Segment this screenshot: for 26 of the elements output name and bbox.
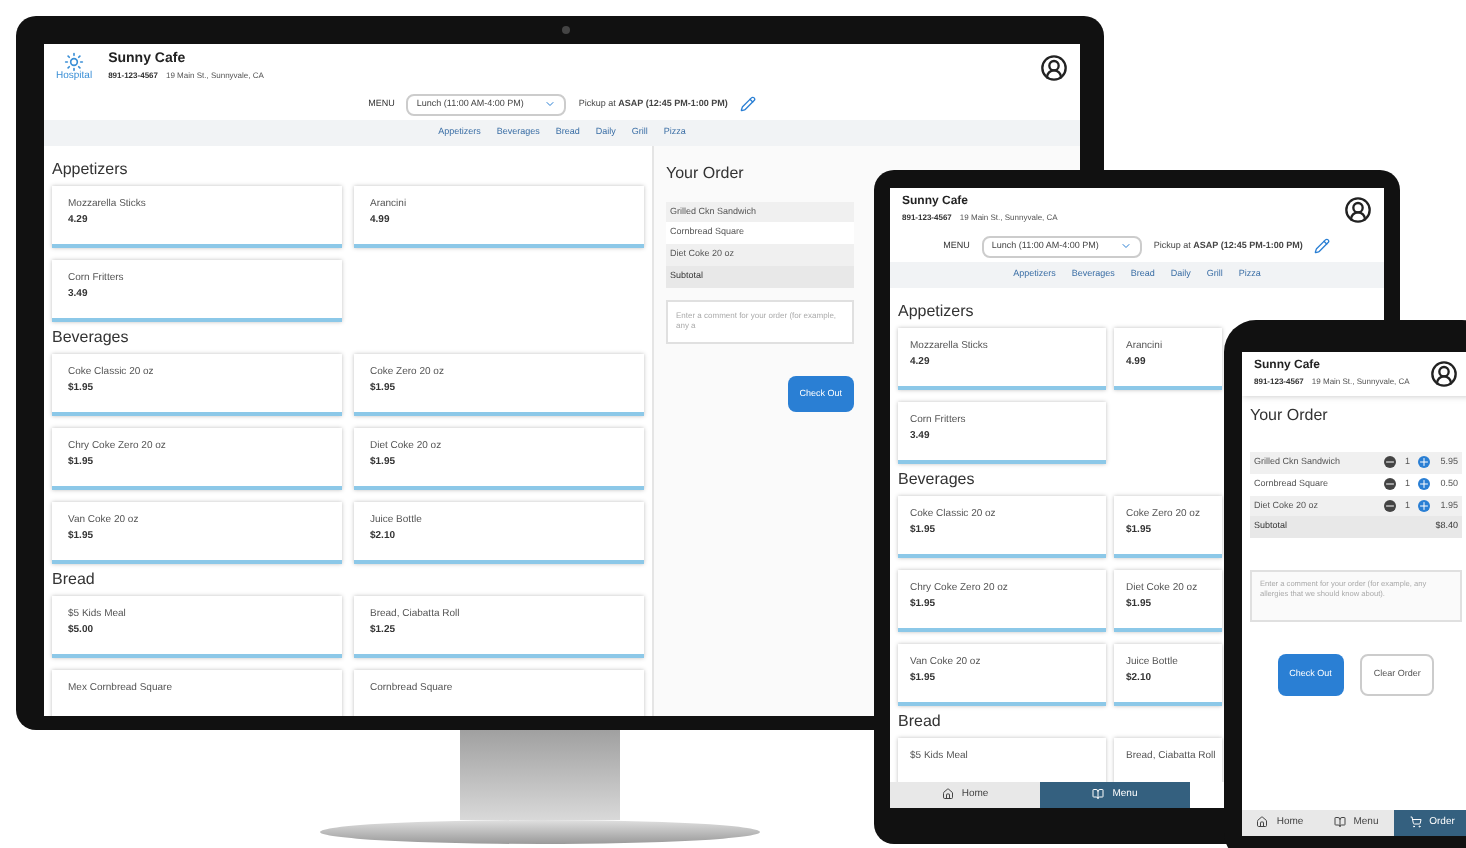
edit-icon[interactable] [739, 96, 756, 113]
section-title: Beverages [898, 467, 975, 491]
home-icon [1256, 816, 1269, 829]
profile-icon[interactable] [1040, 53, 1068, 81]
section-title: Beverages [52, 325, 129, 349]
minus-icon[interactable] [1384, 499, 1397, 512]
dropdown-caret-icon [1119, 240, 1132, 253]
order-title: Your Order [1248, 404, 1330, 428]
profile-icon[interactable] [1344, 196, 1372, 224]
dropdown-caret-icon [544, 98, 557, 111]
minus-icon[interactable] [1384, 478, 1397, 491]
plus-icon[interactable] [1418, 499, 1430, 512]
home-icon [941, 788, 954, 801]
plus-icon[interactable] [1418, 478, 1430, 491]
section-title: Appetizers [52, 157, 128, 181]
logo-icon [64, 52, 85, 72]
section-title: Appetizers [898, 299, 974, 323]
cart-icon [1409, 816, 1422, 829]
section-title: Bread [898, 709, 941, 733]
minus-icon[interactable] [1384, 456, 1397, 469]
edit-icon[interactable] [1314, 238, 1331, 255]
profile-icon[interactable] [1430, 360, 1458, 388]
section-title: Bread [52, 567, 95, 591]
camera-icon [562, 26, 570, 34]
plus-icon[interactable] [1418, 456, 1430, 469]
order-title: Your Order [666, 161, 746, 185]
